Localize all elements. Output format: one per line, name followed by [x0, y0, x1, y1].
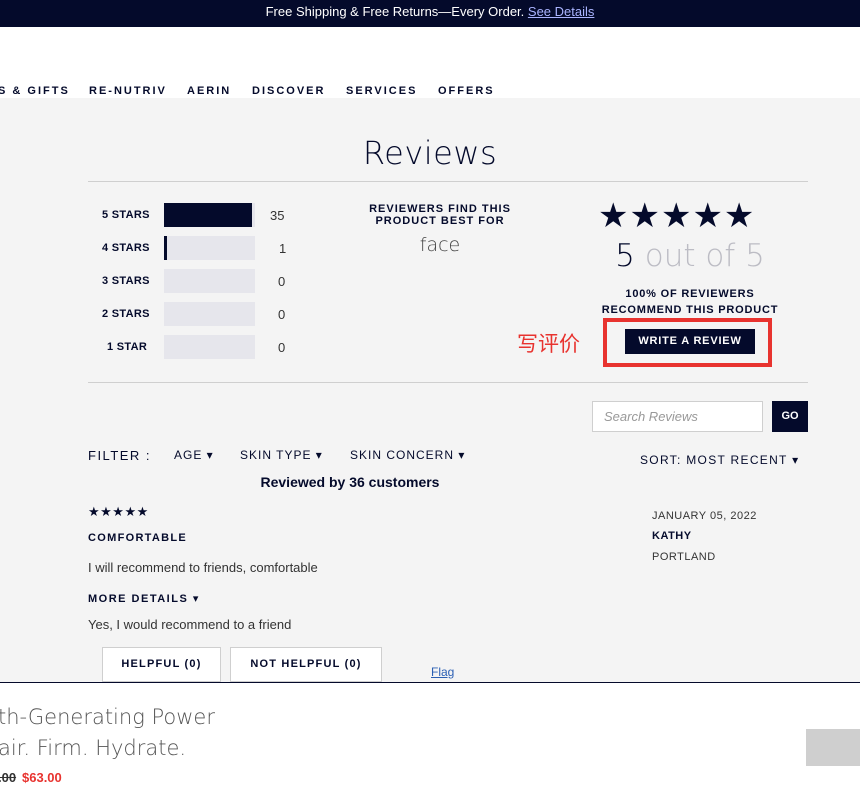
- filter-skin-type-dropdown[interactable]: SKIN TYPE ▾: [240, 448, 323, 462]
- filter-label: FILTER :: [88, 448, 152, 463]
- histogram-bar: [164, 335, 255, 359]
- reviews-heading: Reviews: [362, 134, 498, 172]
- sale-price: $63.00: [22, 770, 62, 785]
- divider: [88, 181, 808, 182]
- divider: [88, 382, 808, 383]
- best-for-value: face: [419, 234, 461, 256]
- histogram-count: 0: [278, 340, 286, 355]
- histogram-row-4[interactable]: 4 STARS 1: [0, 236, 300, 260]
- helpful-button[interactable]: HELPFUL (0): [102, 647, 221, 682]
- filter-age-dropdown[interactable]: AGE ▾: [174, 448, 214, 462]
- reviewer-location: PORTLAND: [652, 551, 716, 563]
- histogram-count: 35: [270, 208, 285, 223]
- histogram-count: 0: [278, 307, 286, 322]
- review-stars-icon: ★★★★★: [88, 504, 149, 519]
- sticky-product-name: th-Generating Power: [0, 705, 215, 729]
- search-reviews-input[interactable]: Search Reviews: [592, 401, 763, 432]
- see-details-link[interactable]: See Details: [528, 4, 594, 19]
- add-to-bag-button[interactable]: [806, 729, 860, 766]
- reviewer-name: KATHY: [652, 530, 692, 542]
- rating-number: 5: [615, 238, 635, 274]
- rating-out-of: out of 5: [634, 238, 765, 274]
- histogram-label: 1 STAR: [107, 341, 148, 353]
- histogram-label: 3 STARS: [102, 275, 150, 287]
- nav-item-offers[interactable]: OFFERS: [438, 85, 495, 97]
- main-nav: S & GIFTS RE-NUTRIV AERIN DISCOVER SERVI…: [0, 27, 860, 98]
- rating-stars-icon: ★★★★★: [598, 197, 756, 235]
- search-go-button[interactable]: GO: [772, 401, 808, 432]
- nav-item-discover[interactable]: DISCOVER: [252, 85, 325, 97]
- histogram-row-5[interactable]: 5 STARS 35: [0, 203, 300, 227]
- rating-score: 5 out of 5: [590, 238, 790, 274]
- review-body: I will recommend to friends, comfortable: [88, 560, 318, 575]
- original-price: .00: [0, 770, 17, 785]
- nav-item-re-nutriv[interactable]: RE-NUTRIV: [89, 85, 167, 97]
- nav-item-services[interactable]: SERVICES: [346, 85, 417, 97]
- sticky-product-tagline: air. Firm. Hydrate.: [0, 736, 187, 760]
- more-details-toggle[interactable]: MORE DETAILS ▾: [88, 592, 200, 605]
- not-helpful-button[interactable]: NOT HELPFUL (0): [230, 647, 382, 682]
- histogram-bar: [164, 302, 255, 326]
- write-review-button[interactable]: WRITE A REVIEW: [625, 329, 755, 354]
- promo-bar: Free Shipping & Free Returns—Every Order…: [0, 0, 860, 27]
- recommend-summary: 100% OF REVIEWERS RECOMMEND THIS PRODUCT: [590, 286, 790, 318]
- histogram-label: 4 STARS: [102, 242, 150, 254]
- histogram-count: 0: [278, 274, 286, 289]
- nav-item-gifts[interactable]: S & GIFTS: [0, 85, 70, 97]
- sort-label: SORT:: [640, 453, 682, 467]
- annotation-label: 写评价: [517, 332, 580, 356]
- histogram-fill: [164, 203, 253, 227]
- reviews-section: Reviews 5 STARS 35 4 STARS 1 3 STARS 0 2…: [0, 98, 860, 682]
- review-title: COMFORTABLE: [88, 532, 188, 544]
- flag-link[interactable]: Flag: [431, 665, 454, 679]
- review-recommend: Yes, I would recommend to a friend: [88, 617, 292, 632]
- histogram-label: 5 STARS: [102, 209, 150, 221]
- filter-skin-concern-dropdown[interactable]: SKIN CONCERN ▾: [350, 448, 465, 462]
- sort-control: SORT: MOST RECENT ▾: [640, 453, 799, 467]
- promo-text: Free Shipping & Free Returns—Every Order…: [265, 4, 525, 19]
- histogram-row-3[interactable]: 3 STARS 0: [0, 269, 300, 293]
- histogram-row-2[interactable]: 2 STARS 0: [0, 302, 300, 326]
- histogram-bar: [164, 203, 255, 227]
- sticky-product-bar: th-Generating Power air. Firm. Hydrate. …: [0, 682, 860, 789]
- histogram-fill: [164, 236, 167, 260]
- best-for-heading: REVIEWERS FIND THIS PRODUCT BEST FOR: [369, 203, 511, 227]
- review-date: JANUARY 05, 2022: [652, 510, 757, 522]
- histogram-row-1[interactable]: 1 STAR 0: [0, 335, 300, 359]
- histogram-bar: [164, 236, 255, 260]
- nav-item-aerin[interactable]: AERIN: [187, 85, 231, 97]
- histogram-label: 2 STARS: [102, 308, 150, 320]
- sort-dropdown[interactable]: MOST RECENT ▾: [686, 453, 799, 467]
- recommend-percent: 100%: [625, 288, 657, 300]
- histogram-count: 1: [279, 241, 287, 256]
- reviewed-by-count: Reviewed by 36 customers: [260, 474, 440, 490]
- histogram-bar: [164, 269, 255, 293]
